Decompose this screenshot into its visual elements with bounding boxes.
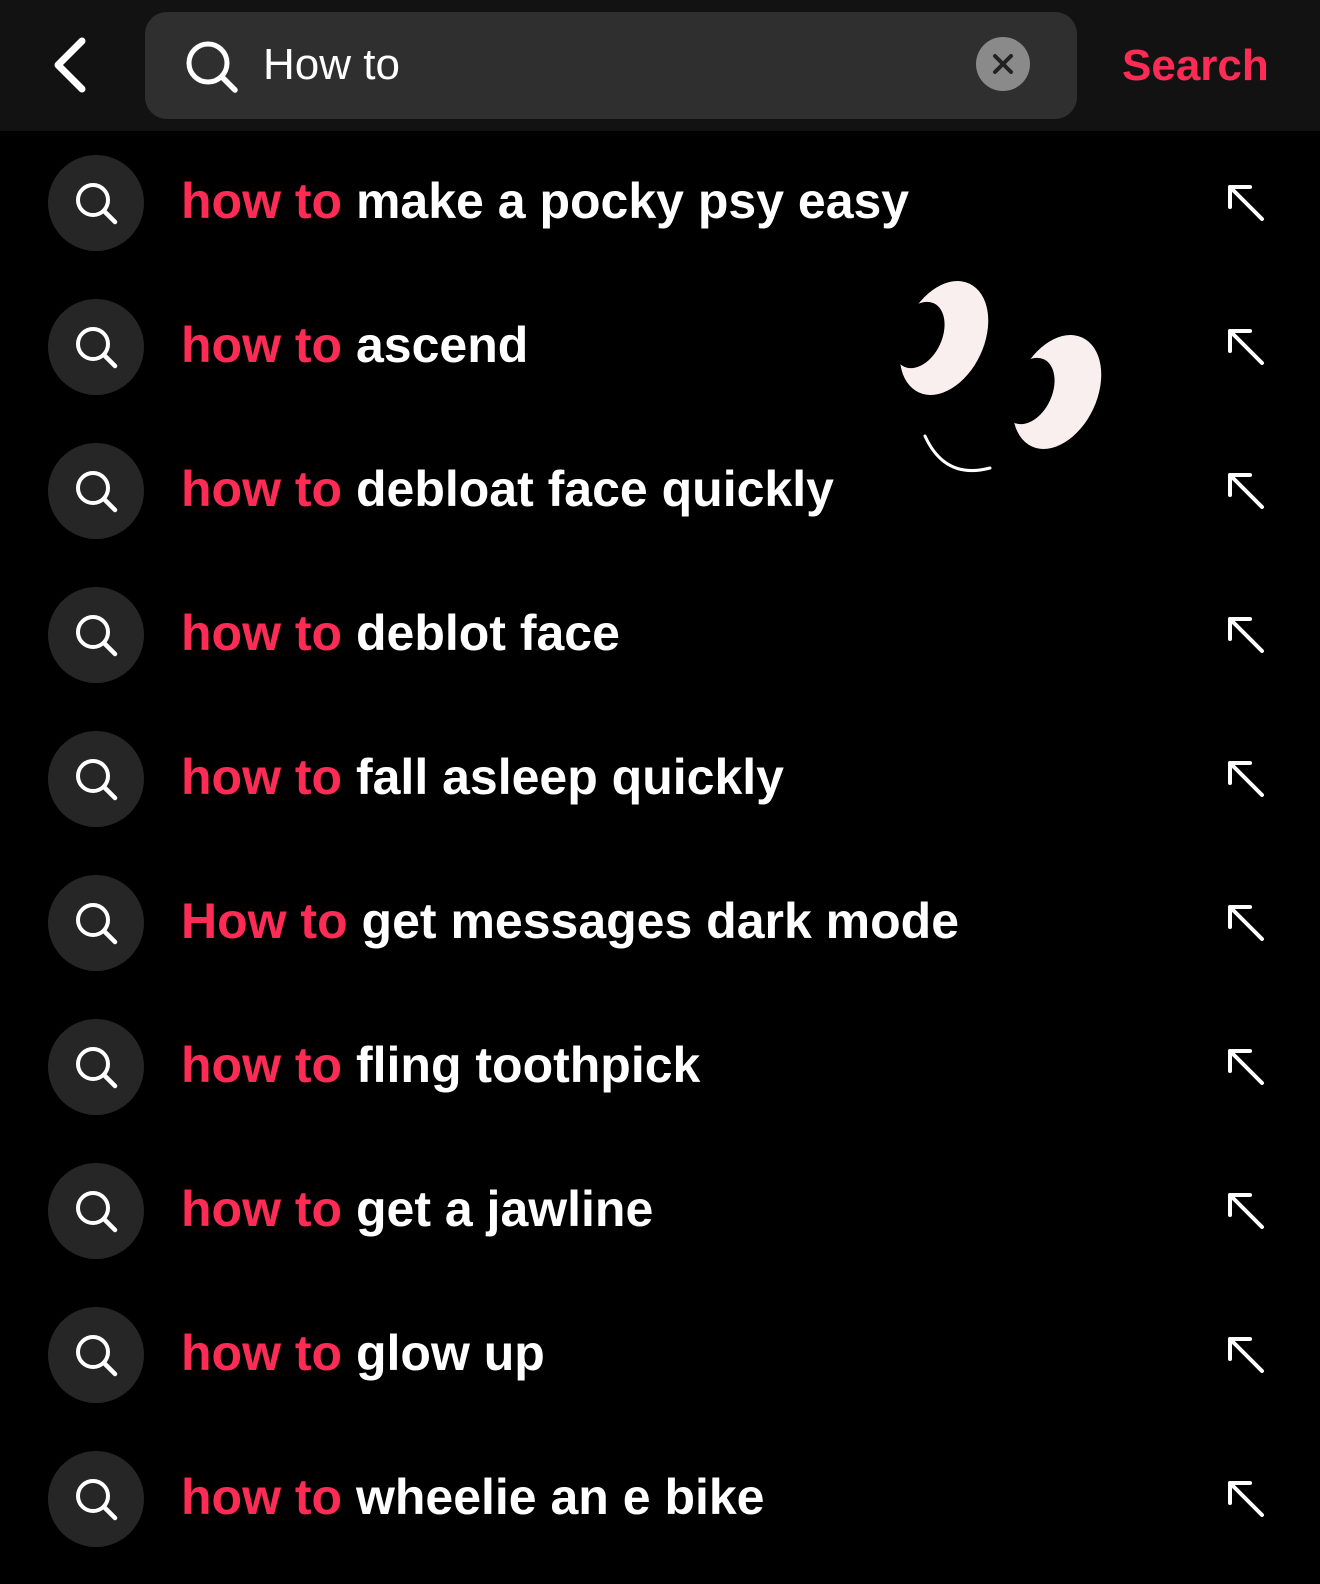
suggestion-highlight: how to	[181, 173, 343, 229]
fill-query-button[interactable]	[1212, 745, 1280, 813]
suggestion-search-icon-bg	[48, 1019, 144, 1115]
suggestion-search-icon-bg	[48, 587, 144, 683]
search-icon	[76, 759, 118, 801]
suggestion-highlight: how to	[181, 1181, 343, 1237]
arrow-up-left-icon	[1228, 1193, 1264, 1229]
clear-x-icon	[993, 54, 1013, 74]
suggestion-highlight: how to	[181, 1325, 343, 1381]
fill-query-button[interactable]	[1212, 1321, 1280, 1389]
arrow-up-left-icon	[1228, 617, 1264, 653]
suggestion-label: how to fall asleep quickly	[181, 745, 784, 809]
suggestion-text: make a pocky psy easy	[355, 173, 910, 229]
search-icon	[76, 615, 118, 657]
suggestion-item[interactable]: how to wheelie an e bike	[0, 1427, 1320, 1571]
search-icon	[76, 183, 118, 225]
suggestion-item[interactable]: how to ascend	[0, 275, 1320, 419]
arrow-up-left-icon	[1228, 1337, 1264, 1373]
suggestion-search-icon-bg	[48, 299, 144, 395]
arrow-up-left-icon	[1228, 185, 1264, 221]
suggestion-item[interactable]: how to glow up	[0, 1283, 1320, 1427]
suggestion-item[interactable]: how to get a jawline	[0, 1139, 1320, 1283]
suggestion-text: glow up	[355, 1325, 545, 1381]
search-icon	[76, 1479, 118, 1521]
search-button[interactable]: Search	[1122, 36, 1269, 96]
fill-query-button[interactable]	[1212, 601, 1280, 669]
arrow-up-left-icon	[1228, 905, 1264, 941]
suggestion-highlight: how to	[181, 1037, 343, 1093]
suggestion-label: how to glow up	[181, 1321, 545, 1385]
search-icon	[76, 903, 118, 945]
suggestion-highlight: how to	[181, 461, 343, 517]
suggestion-search-icon-bg	[48, 1451, 144, 1547]
search-input[interactable]	[263, 32, 943, 98]
top-bar: Search	[0, 0, 1320, 131]
search-icon	[76, 327, 118, 369]
arrow-up-left-icon	[1228, 473, 1264, 509]
suggestion-search-icon-bg	[48, 443, 144, 539]
suggestion-highlight: How to	[181, 893, 348, 949]
suggestion-text: debloat face quickly	[355, 461, 834, 517]
clear-search-button[interactable]	[976, 37, 1030, 91]
search-icon	[76, 471, 118, 513]
suggestion-text: fall asleep quickly	[355, 749, 784, 805]
suggestion-label: how to deblot face	[181, 601, 620, 665]
suggestion-label: how to wheelie an e bike	[181, 1465, 765, 1529]
fill-query-button[interactable]	[1212, 889, 1280, 957]
suggestion-text: ascend	[355, 317, 529, 373]
search-field[interactable]	[145, 12, 1077, 119]
arrow-up-left-icon	[1228, 329, 1264, 365]
suggestion-text: deblot face	[355, 605, 620, 661]
suggestion-text: get a jawline	[355, 1181, 654, 1237]
suggestion-highlight: how to	[181, 317, 343, 373]
suggestion-label: How to get messages dark mode	[181, 889, 959, 953]
suggestion-search-icon-bg	[48, 155, 144, 251]
search-icon	[186, 41, 238, 93]
fill-query-button[interactable]	[1212, 169, 1280, 237]
search-icon	[76, 1335, 118, 1377]
fill-query-button[interactable]	[1212, 457, 1280, 525]
fill-query-button[interactable]	[1212, 1177, 1280, 1245]
suggestion-item[interactable]: How to get messages dark mode	[0, 851, 1320, 995]
suggestion-label: how to debloat face quickly	[181, 457, 834, 521]
arrow-up-left-icon	[1228, 761, 1264, 797]
fill-query-button[interactable]	[1212, 313, 1280, 381]
suggestion-highlight: how to	[181, 1469, 343, 1525]
arrow-up-left-icon	[1228, 1049, 1264, 1085]
suggestion-search-icon-bg	[48, 875, 144, 971]
suggestion-item[interactable]: how to deblot face	[0, 563, 1320, 707]
fill-query-button[interactable]	[1212, 1465, 1280, 1533]
search-icon	[76, 1047, 118, 1089]
suggestion-item[interactable]: how to fall asleep quickly	[0, 707, 1320, 851]
suggestion-highlight: how to	[181, 605, 343, 661]
suggestion-item[interactable]: how to make a pocky psy easy	[0, 131, 1320, 275]
fill-query-button[interactable]	[1212, 1033, 1280, 1101]
suggestion-item[interactable]: how to fling toothpick	[0, 995, 1320, 1139]
suggestion-search-icon-bg	[48, 1307, 144, 1403]
suggestion-label: how to make a pocky psy easy	[181, 169, 909, 233]
suggestion-text: wheelie an e bike	[355, 1469, 765, 1525]
chevron-left-icon	[54, 37, 86, 93]
arrow-up-left-icon	[1228, 1481, 1264, 1517]
suggestion-text: fling toothpick	[355, 1037, 701, 1093]
suggestion-label: how to get a jawline	[181, 1177, 653, 1241]
suggestion-list: how to make a pocky psy easy how to asce…	[0, 131, 1320, 1571]
suggestion-highlight: how to	[181, 749, 343, 805]
suggestion-label: how to ascend	[181, 313, 528, 377]
back-button[interactable]	[40, 30, 100, 100]
suggestion-search-icon-bg	[48, 1163, 144, 1259]
suggestion-search-icon-bg	[48, 731, 144, 827]
suggestion-label: how to fling toothpick	[181, 1033, 700, 1097]
suggestion-item[interactable]: how to debloat face quickly	[0, 419, 1320, 563]
search-icon	[76, 1191, 118, 1233]
suggestion-text: get messages dark mode	[361, 893, 960, 949]
